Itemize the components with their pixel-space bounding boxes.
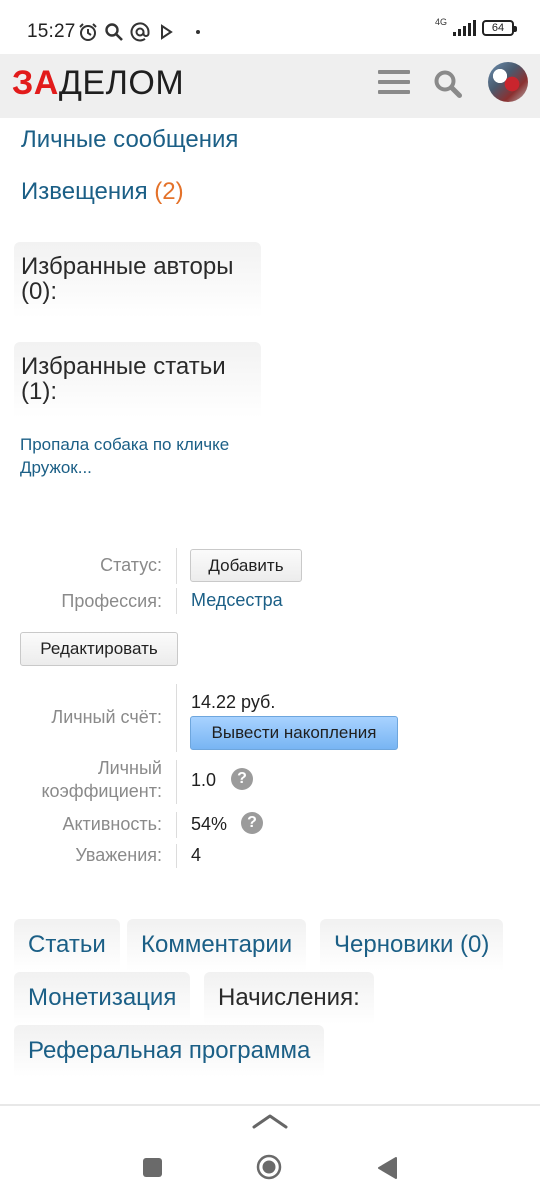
divider bbox=[176, 812, 177, 838]
favorite-authors-header: Избранные авторы (0): bbox=[14, 242, 261, 318]
notifications-count: (2) bbox=[154, 178, 184, 205]
account-value: 14.22 руб. bbox=[191, 692, 276, 712]
personal-messages-link[interactable]: Личные сообщения bbox=[21, 126, 238, 154]
tab-drafts[interactable]: Черновики (0) bbox=[320, 919, 504, 971]
site-logo[interactable]: ЗАДЕЛОМ bbox=[12, 64, 184, 103]
respect-label: Уважения: bbox=[75, 845, 162, 865]
profession-value[interactable]: Медсестра bbox=[191, 590, 283, 611]
divider bbox=[176, 844, 177, 868]
edit-profile-button[interactable]: Редактировать bbox=[20, 632, 178, 666]
status-time: 15:27 bbox=[27, 21, 76, 42]
system-nav-bar bbox=[0, 1106, 540, 1200]
tab-referral-program[interactable]: Реферальная программа bbox=[14, 1025, 325, 1077]
recent-apps-button[interactable] bbox=[143, 1158, 162, 1177]
chevron-up-icon[interactable] bbox=[252, 1112, 288, 1130]
battery-icon: 64 bbox=[482, 20, 517, 36]
respect-value: 4 bbox=[191, 845, 202, 865]
avatar[interactable] bbox=[488, 62, 528, 102]
dot-icon bbox=[196, 30, 200, 34]
divider bbox=[176, 760, 177, 804]
logo-dark-part: ДЕЛОМ bbox=[58, 64, 185, 102]
status-icons bbox=[78, 20, 200, 44]
add-status-button[interactable]: Добавить bbox=[190, 549, 302, 582]
menu-icon[interactable] bbox=[378, 70, 410, 100]
divider bbox=[176, 588, 177, 614]
back-button[interactable] bbox=[376, 1156, 398, 1180]
activity-help-icon[interactable]: ? bbox=[241, 812, 263, 834]
coefficient-help-icon[interactable]: ? bbox=[231, 768, 253, 790]
search-icon bbox=[105, 23, 123, 41]
tab-monetization[interactable]: Монетизация bbox=[14, 972, 191, 1024]
activity-label: Активность: bbox=[62, 814, 162, 834]
home-button[interactable] bbox=[256, 1154, 282, 1180]
favorite-articles-header: Избранные статьи (1): bbox=[14, 342, 261, 418]
tab-accruals: Начисления: bbox=[204, 972, 374, 1024]
network-type: 4G bbox=[434, 17, 447, 27]
coefficient-label: Личный коэффициент: bbox=[41, 758, 162, 801]
app-header: ЗАДЕЛОМ bbox=[0, 54, 540, 118]
signal-icon bbox=[453, 20, 476, 36]
status-right: 4G 64 bbox=[434, 17, 517, 36]
battery-level: 64 bbox=[491, 22, 505, 34]
status-bar: 15:27 4G 64 bbox=[0, 0, 540, 54]
search-icon[interactable] bbox=[433, 69, 463, 99]
notifications-link[interactable]: Извещения (2) bbox=[21, 178, 184, 206]
profession-label: Профессия: bbox=[61, 591, 162, 611]
status-label: Статус: bbox=[100, 555, 162, 575]
alarm-icon bbox=[79, 23, 97, 41]
tab-comments[interactable]: Комментарии bbox=[127, 919, 307, 971]
coefficient-value: 1.0 bbox=[191, 770, 217, 790]
activity-value: 54% bbox=[191, 814, 228, 834]
divider bbox=[176, 548, 177, 584]
tab-articles[interactable]: Статьи bbox=[14, 919, 120, 971]
play-icon bbox=[161, 24, 173, 40]
at-icon bbox=[130, 22, 150, 42]
account-label: Личный счёт: bbox=[51, 707, 162, 727]
divider bbox=[176, 684, 177, 752]
logo-red-part: ЗА bbox=[12, 64, 59, 102]
favorite-article-link[interactable]: Пропала собака по кличке Дружок... bbox=[20, 433, 260, 479]
notifications-label: Извещения bbox=[21, 178, 148, 205]
withdraw-button[interactable]: Вывести накопления bbox=[190, 716, 398, 750]
